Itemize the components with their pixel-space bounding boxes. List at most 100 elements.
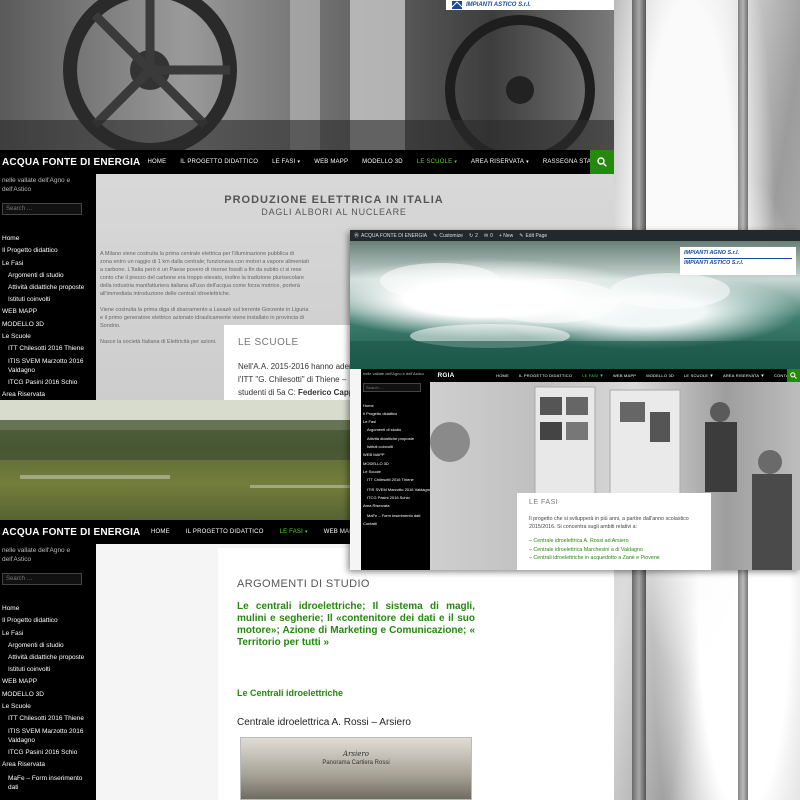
admin-bar-item-edit-page[interactable]: ✎ Edit Page (519, 233, 547, 239)
sidebar-item-web-mapp[interactable]: WEB MAPP (2, 306, 94, 318)
nav-item-home[interactable]: HOME (143, 529, 178, 535)
sidebar-item-attivita-didattiche-proposte[interactable]: Attività didattiche proposte (2, 282, 94, 294)
site-title[interactable]: ACQUA FONTE DI ENERGIA (0, 527, 143, 538)
search-toggle-button[interactable] (787, 369, 800, 382)
site-tagline: nelle vallate dell'Agno e dell'Astico (2, 547, 71, 564)
heading-centrali: Le Centrali idroelettriche (237, 688, 344, 698)
sidebar-item-home[interactable]: Home (363, 402, 435, 410)
sidebar-item-itt-chilesotti-2016-thiene[interactable]: ITT Chilesotti 2016 Thiene (363, 476, 435, 484)
partner-logos: IMPIANTI AGNO S.r.l. IMPIANTI ASTICO S.r… (680, 247, 796, 275)
chevron-down-icon: ▾ (761, 372, 764, 379)
sidebar-item-le-fasi[interactable]: Le Fasi (363, 418, 435, 426)
nav-item-le-fasi[interactable]: LE FASI ▾ (577, 373, 608, 379)
sidebar-item-web-mapp[interactable]: WEB MAPP (363, 451, 435, 459)
sidebar-item-modello-3d[interactable]: MODELLO 3D (2, 689, 94, 701)
sidebar-item-argomenti-di-studio[interactable]: Argomenti di studio (2, 640, 94, 652)
impianti-astico-logo: IMPIANTI ASTICO S.r.l. (446, 0, 614, 10)
sidebar-item-le-scuole[interactable]: Le Scuole (363, 468, 435, 476)
poster-text-line (100, 298, 360, 306)
primary-nav: HOME IL PROGETTO DIDATTICO LE FASI ▾ WEB MAP… (491, 369, 800, 382)
chevron-down-icon: ▾ (297, 159, 301, 165)
sidebar-item-mafe-form-inserimento-dati[interactable]: MaFe – Form inserimento dati (363, 511, 435, 521)
sidebar-item-area-riservata[interactable]: Area Riservata (2, 759, 94, 771)
sidebar-item-istituti-coinvolti[interactable]: Istituti coinvolti (363, 443, 435, 451)
poster-text-line: A Milano viene costruita la prima centra… (100, 251, 294, 257)
sidebar-item-le-fasi[interactable]: Le Fasi (2, 258, 94, 270)
sidebar-item-itis-svem-marzotto-2016-valdagno[interactable]: ITIS SVEM Marzotto 2016 Valdagno (2, 355, 94, 377)
site-title[interactable]: ACQUA FONTE DI ENERGIA (0, 157, 140, 168)
sidebar-item-itis-svem-marzotto-2016-valdagno[interactable]: ITIS SVEM Marzotto 2016 Valdagno (363, 485, 435, 495)
nav-item-area-riservata[interactable]: AREA RISERVATA ▾ (718, 373, 769, 379)
turbine-illustration (0, 0, 614, 150)
sidebar-item-le-fasi[interactable]: Le Fasi (2, 628, 94, 640)
search-input[interactable]: Search … (2, 203, 82, 216)
chevron-down-icon: ▾ (710, 372, 713, 379)
nav-item-web-mapp[interactable]: WEB MAPP (608, 373, 641, 378)
nav-item-le-fasi[interactable]: LE FASI ▾ (272, 529, 316, 535)
sidebar-item-attivita-didattiche-proposte[interactable]: Attività didattiche proposte (2, 652, 94, 664)
pencil-icon: ✎ (519, 232, 524, 239)
search-toggle-button[interactable] (590, 150, 614, 174)
sidebar-item-home[interactable]: Home (2, 233, 94, 245)
sidebar-item-itt-chilesotti-2016-thiene[interactable]: ITT Chilesotti 2016 Thiene (2, 343, 94, 355)
sidebar-item-modello-3d[interactable]: MODELLO 3D (2, 319, 94, 331)
header-image-turbines: IMPIANTI ASTICO S.r.l. (0, 0, 614, 150)
secondary-sidebar: nelle vallate dell'Agno e dell'Astico Se… (0, 544, 96, 800)
nav-item-il-progetto-didattico[interactable]: IL PROGETTO DIDATTICO (178, 529, 272, 535)
search-input[interactable]: Search … (2, 573, 82, 586)
topics-list: Le centrali idroelettriche; Il sistema d… (237, 601, 475, 648)
sidebar-item-area-riservata[interactable]: Area Riservata (363, 502, 435, 510)
nav-item-le-fasi[interactable]: LE FASI ▾ (265, 159, 307, 165)
nav-item-il-progetto-didattico[interactable]: IL PROGETTO DIDATTICO (514, 373, 577, 378)
link-item[interactable]: – Centrali idroelettriche in acquedotto … (529, 554, 699, 563)
nav-item-home[interactable]: HOME (491, 373, 514, 378)
sidebar-item-il-progetto-didattico[interactable]: Il Progetto didattico (363, 410, 435, 418)
nav-item-modello-3d[interactable]: MODELLO 3D (641, 373, 679, 378)
nav-item-home[interactable]: HOME (140, 159, 173, 165)
nav-item-area-riservata[interactable]: AREA RISERVATA ▾ (464, 159, 536, 165)
link-item[interactable]: – Centrale idroelettrica A. Rossi ad Ars… (529, 537, 699, 546)
sidebar-item-istituti-coinvolti[interactable]: Istituti coinvolti (2, 294, 94, 306)
nav-item-il-progetto-didattico[interactable]: IL PROGETTO DIDATTICO (173, 159, 265, 165)
sidebar-item-attivita-didattiche-proposte[interactable]: Attività didattiche proposte (363, 435, 435, 443)
historic-postcard-image: Arsiero Panorama Cartiera Rossi (240, 737, 472, 800)
nav-item-modello-3d[interactable]: MODELLO 3D (355, 159, 410, 165)
nav-item-le-scuole[interactable]: LE SCUOLE ▾ (410, 159, 464, 165)
sidebar-item-argomenti-di-studio[interactable]: Argomenti di studio (363, 426, 435, 434)
sidebar-item-le-scuole[interactable]: Le Scuole (2, 701, 94, 713)
sidebar-item-il-progetto-didattico[interactable]: Il Progetto didattico (2, 615, 94, 627)
secondary-sidebar: nelle vallate dell'Agno e dell'Astico Se… (0, 174, 96, 400)
sidebar-item-istituti-coinvolti[interactable]: Istituti coinvolti (2, 664, 94, 676)
admin-bar-item-acqua-fonte-di-energia[interactable]: Ⓦ ACQUA FONTE DI ENERGIA (354, 232, 427, 240)
sidebar-item-le-scuole[interactable]: Le Scuole (2, 331, 94, 343)
entry-title: LE FASI (529, 499, 559, 506)
admin-bar-item-new[interactable]: + New (499, 233, 513, 239)
sidebar-item-itt-chilesotti-2016-thiene[interactable]: ITT Chilesotti 2016 Thiene (2, 713, 94, 725)
sidebar-menu: Home Il Progetto didattico Le Fasi Argoment… (363, 402, 435, 529)
sidebar-item-mafe-form-inserimento-dati[interactable]: MaFe – Form inserimento dati (2, 772, 94, 794)
poster-text-line: conto che il prezzo del carbone era trop… (100, 275, 304, 281)
sidebar-item-argomenti-di-studio[interactable]: Argomenti di studio (2, 270, 94, 282)
site-tagline: nelle vallate dell'Agno e dell'Astico (2, 177, 71, 194)
nav-item-web-mapp[interactable]: WEB MAPP (307, 159, 355, 165)
admin-bar-item-0[interactable]: ✉ 0 (484, 233, 493, 239)
sidebar-item-itcg-pasini-2016-schio[interactable]: ITCG Pasini 2016 Schio (2, 747, 94, 759)
primary-nav: HOME IL PROGETTO DIDATTICO LE FASI ▾ WEB MAP… (140, 150, 614, 174)
chevron-down-icon: ▾ (526, 159, 529, 165)
admin-bar-item-2[interactable]: ↻ 2 (469, 233, 478, 239)
link-item[interactable]: – Centrale idroelettrica Marchesini a di… (529, 546, 699, 555)
sidebar-item-il-progetto-didattico[interactable]: Il Progetto didattico (2, 245, 94, 257)
admin-bar-item-customize[interactable]: ✎ Customize (433, 233, 463, 239)
poster-text-line: a carbone. L'Italia però è un Paese pove… (100, 267, 302, 273)
sidebar-item-contatti[interactable]: Contatti (363, 520, 435, 528)
secondary-sidebar: nelle vallate dell'Agno e dell'Astico Se… (361, 369, 437, 570)
sidebar-item-modello-3d[interactable]: MODELLO 3D (363, 460, 435, 468)
sidebar-item-itis-svem-marzotto-2016-valdagno[interactable]: ITIS SVEM Marzotto 2016 Valdagno (2, 725, 94, 747)
nav-item-le-scuole[interactable]: LE SCUOLE ▾ (679, 373, 718, 379)
sidebar-item-web-mapp[interactable]: WEB MAPP (2, 676, 94, 688)
sidebar-item-home[interactable]: Home (2, 603, 94, 615)
sidebar-item-itcg-pasini-2016-schio[interactable]: ITCG Pasini 2016 Schio (363, 494, 435, 502)
search-input[interactable]: Search … (363, 382, 421, 392)
sidebar-item-area-riservata[interactable]: Area Riservata (2, 389, 94, 400)
sidebar-item-itcg-pasini-2016-schio[interactable]: ITCG Pasini 2016 Schio (2, 377, 94, 389)
